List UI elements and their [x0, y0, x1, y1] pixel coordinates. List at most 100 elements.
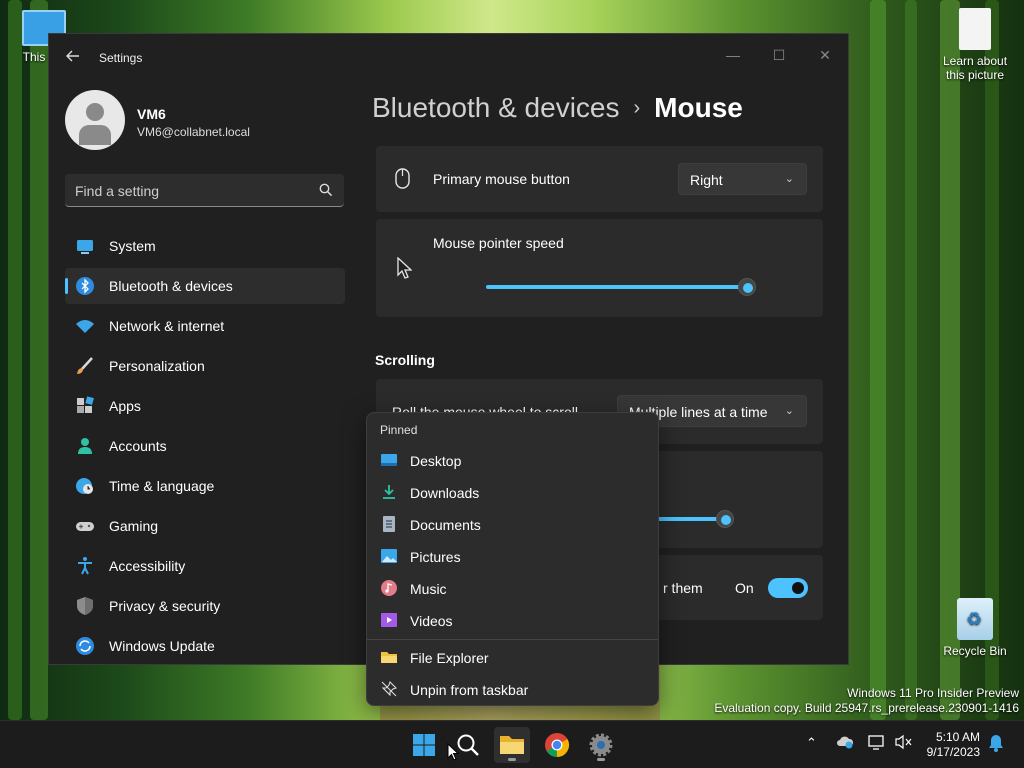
mouse-cursor	[447, 742, 460, 766]
breadcrumb-parent[interactable]: Bluetooth & devices	[372, 92, 620, 123]
jump-item-unpin[interactable]: Unpin from taskbar	[371, 674, 655, 704]
accessibility-icon	[75, 556, 95, 576]
running-indicator	[508, 758, 516, 761]
pointer-speed-slider-thumb[interactable]	[738, 278, 756, 296]
pictures-icon	[381, 548, 397, 564]
chrome-taskbar-button[interactable]	[539, 727, 575, 763]
chevron-down-icon: ⌄	[784, 173, 794, 185]
search-placeholder: Find a setting	[75, 183, 160, 199]
inactive-scroll-label: r them	[663, 580, 703, 596]
jump-item-desktop[interactable]: Desktop	[371, 445, 655, 475]
gamepad-icon	[75, 516, 95, 536]
jump-item-label: Documents	[410, 517, 481, 533]
sidebar-item-label: Gaming	[109, 518, 159, 534]
sidebar-item-apps[interactable]: Apps	[65, 388, 345, 424]
globe-clock-icon	[75, 476, 95, 496]
sidebar-item-privacy-security[interactable]: Privacy & security	[65, 588, 345, 624]
sidebar-item-label: Privacy & security	[109, 598, 221, 614]
breadcrumb: Bluetooth & devices › Mouse	[372, 92, 743, 124]
jump-item-label: Music	[410, 581, 447, 597]
profile-name: VM6	[137, 106, 166, 122]
clock[interactable]: 5:10 AM 9/17/2023	[927, 730, 980, 760]
dropdown-value: Right	[690, 172, 723, 188]
sidebar-item-windows-update[interactable]: Windows Update	[65, 628, 345, 664]
jump-item-pictures[interactable]: Pictures	[371, 541, 655, 571]
learn-about-label: Learn about this picture	[942, 54, 1008, 82]
sidebar-item-network[interactable]: Network & internet	[65, 308, 345, 344]
recycle-bin-graphic: ♻	[957, 598, 993, 640]
recycle-symbol-icon: ♻	[966, 609, 983, 629]
jump-item-label: Videos	[410, 613, 453, 629]
sidebar-item-gaming[interactable]: Gaming	[65, 508, 345, 544]
volume-muted-icon[interactable]	[895, 734, 913, 753]
sidebar-item-label: Time & language	[109, 478, 215, 494]
inactive-scroll-toggle[interactable]	[768, 578, 808, 598]
document-icon	[959, 8, 991, 50]
jump-item-videos[interactable]: Videos	[371, 605, 655, 635]
jump-item-label: Unpin from taskbar	[410, 682, 529, 698]
learn-about-picture-icon[interactable]: Learn about this picture	[935, 8, 1015, 82]
jump-item-label: Pictures	[410, 549, 461, 565]
back-arrow-icon[interactable]	[65, 48, 85, 68]
search-input[interactable]: Find a setting	[65, 174, 344, 207]
title-bar: Settings — ☐ ✕	[49, 34, 848, 82]
recycle-bin-label: Recycle Bin	[943, 644, 1007, 658]
jump-item-documents[interactable]: Documents	[371, 509, 655, 539]
recycle-bin-icon[interactable]: ♻ Recycle Bin	[935, 598, 1015, 658]
primary-mouse-button-card: Primary mouse button Right ⌄	[376, 146, 823, 212]
primary-mouse-button-dropdown[interactable]: Right ⌄	[678, 163, 807, 195]
chevron-down-icon: ⌄	[784, 405, 794, 417]
sidebar-item-accessibility[interactable]: Accessibility	[65, 548, 345, 584]
minimize-button[interactable]: —	[710, 40, 756, 70]
jump-item-label: Desktop	[410, 453, 462, 469]
maximize-button[interactable]: ☐	[756, 40, 802, 70]
file-explorer-taskbar-button[interactable]	[494, 727, 530, 763]
clock-date: 9/17/2023	[926, 745, 980, 759]
close-button[interactable]: ✕	[802, 40, 848, 70]
sidebar-item-personalization[interactable]: Personalization	[65, 348, 345, 384]
jump-item-file-explorer[interactable]: File Explorer	[371, 642, 655, 672]
chevron-right-icon: ›	[633, 97, 641, 119]
mouse-icon	[394, 168, 412, 195]
bluetooth-icon	[75, 276, 95, 296]
cloud-icon[interactable]	[836, 734, 854, 753]
sidebar-item-label: Personalization	[109, 358, 205, 374]
profile-email: VM6@collabnet.local	[137, 125, 250, 139]
person-icon	[75, 436, 95, 456]
jump-list-divider	[367, 639, 658, 640]
jump-item-label: Downloads	[410, 485, 480, 501]
taskbar: ⌃ 5:10 AM 9/17/2023	[0, 720, 1024, 768]
pointer-speed-slider-fill[interactable]	[486, 285, 747, 289]
avatar[interactable]	[65, 90, 125, 150]
watermark-line-2: Evaluation copy. Build 25947.rs_prerelea…	[714, 701, 1019, 715]
sidebar-item-system[interactable]: System	[65, 228, 345, 264]
sidebar-item-bluetooth-devices[interactable]: Bluetooth & devices	[65, 268, 345, 304]
watermark: Windows 11 Pro Insider Preview Evaluatio…	[714, 686, 1019, 715]
search-icon[interactable]	[319, 183, 333, 202]
desktop-folder-icon	[381, 452, 397, 468]
brush-icon	[75, 356, 95, 376]
monitor-icon	[75, 236, 95, 256]
sidebar-item-accounts[interactable]: Accounts	[65, 428, 345, 464]
sidebar-item-label: Accessibility	[109, 558, 186, 574]
taskbar-jump-list: Pinned Desktop Downloads Documents Pictu…	[366, 412, 659, 706]
lines-slider-thumb[interactable]	[716, 510, 734, 528]
folder-icon	[381, 649, 397, 665]
jump-item-label: File Explorer	[410, 650, 489, 666]
start-button[interactable]	[406, 727, 442, 763]
jump-item-downloads[interactable]: Downloads	[371, 477, 655, 507]
sidebar-item-label: Bluetooth & devices	[109, 278, 233, 294]
window-title: Settings	[99, 51, 143, 65]
network-icon[interactable]	[868, 734, 886, 753]
chevron-up-icon[interactable]: ⌃	[806, 735, 817, 751]
unpin-icon	[381, 680, 398, 697]
settings-taskbar-button[interactable]	[583, 727, 619, 763]
notification-bell-icon[interactable]	[988, 734, 1004, 755]
sidebar-item-label: System	[109, 238, 156, 254]
sidebar-item-label: Windows Update	[109, 638, 215, 654]
windows-logo-icon	[413, 734, 435, 756]
running-indicator	[597, 758, 605, 761]
jump-item-music[interactable]: Music	[371, 573, 655, 603]
update-icon	[75, 636, 95, 656]
sidebar-item-time-language[interactable]: Time & language	[65, 468, 345, 504]
